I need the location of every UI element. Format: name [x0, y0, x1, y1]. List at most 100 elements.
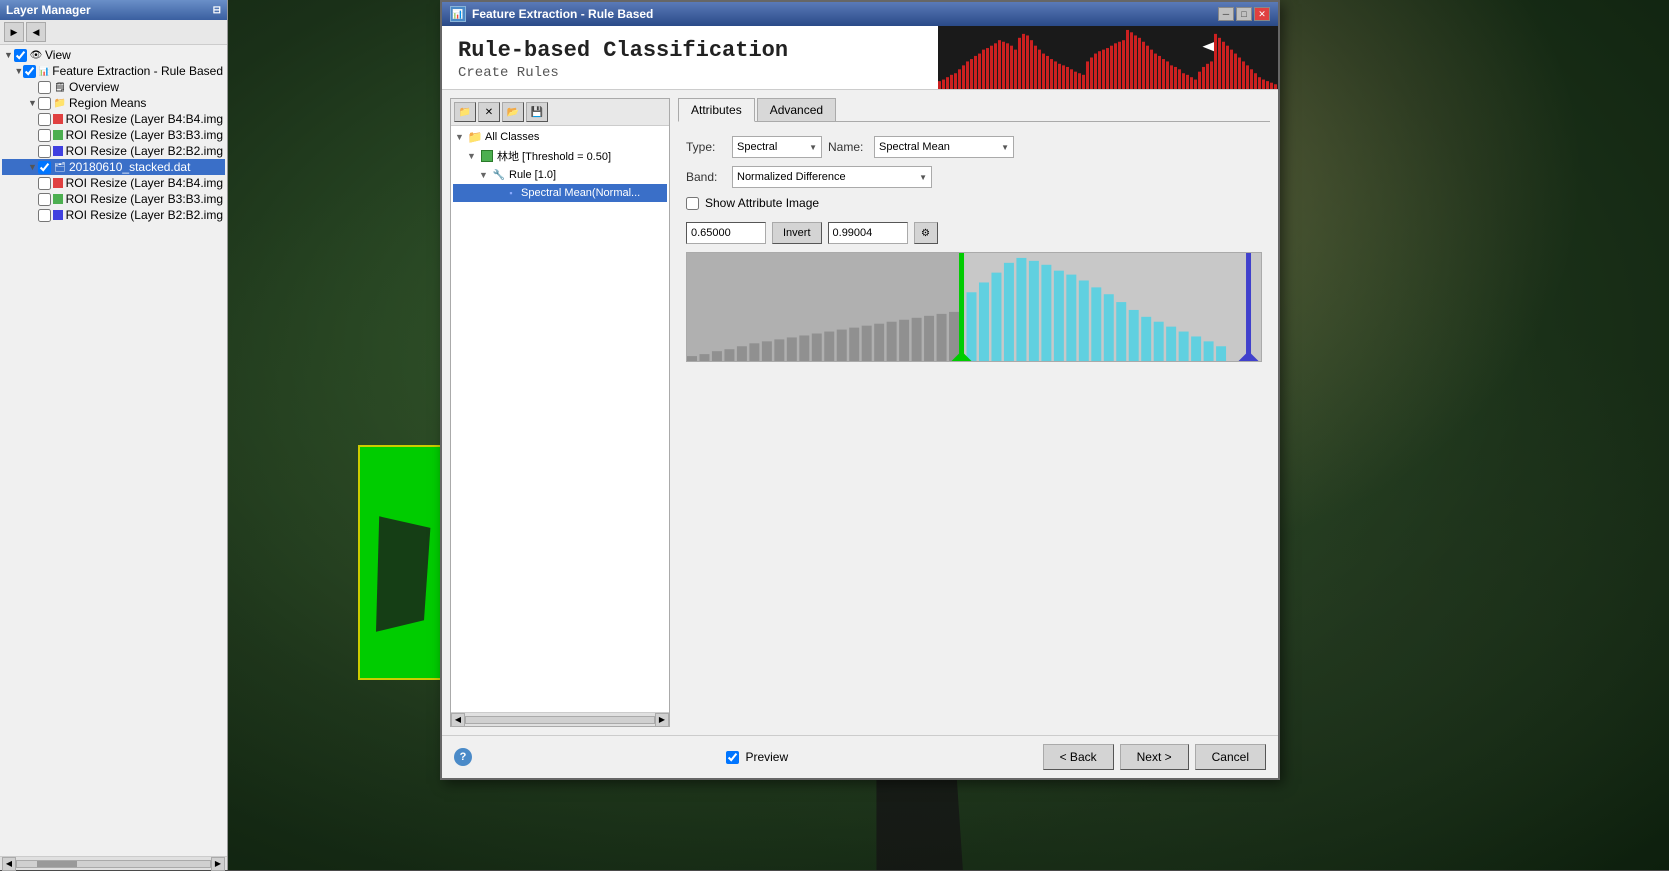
cancel-button[interactable]: Cancel [1195, 744, 1266, 770]
histogram-svg [687, 253, 1261, 361]
tree-check-roi4[interactable] [38, 177, 51, 190]
tree-icon-roi6 [53, 208, 63, 222]
max-value-input[interactable] [828, 222, 908, 244]
tree-check-roi5[interactable] [38, 193, 51, 206]
tree-item-region-means[interactable]: ▼ 📁 Region Means [2, 95, 225, 111]
type-select-value: Spectral [737, 141, 777, 153]
rules-toolbar: 📁 ✕ 📂 💾 [451, 99, 669, 126]
lm-scroll-left[interactable]: ◀ [2, 857, 16, 871]
dialog-close-button[interactable]: ✕ [1254, 7, 1270, 21]
tree-arrow-view: ▼ [4, 50, 14, 60]
lm-toolbar-btn2[interactable]: ◀ [26, 22, 46, 42]
name-select[interactable]: Spectral Mean ▼ [874, 136, 1014, 158]
value-inputs-row: Invert ⚙ [686, 222, 1262, 244]
rules-tree-rule1[interactable]: ▼ 🔧 Rule [1.0] [453, 166, 667, 184]
histogram-settings-button[interactable]: ⚙ [914, 222, 938, 244]
tree-check-rm[interactable] [38, 97, 51, 110]
tree-check-ov[interactable] [38, 81, 51, 94]
rules-scroll-right[interactable]: ▶ [655, 713, 669, 727]
dialog-restore-button[interactable]: □ [1236, 7, 1252, 21]
type-select-arrow-icon: ▼ [809, 143, 817, 152]
dialog-content: 📁 ✕ 📂 💾 ▼ 📁 All Classes ▼ 林地 [Threshold … [442, 90, 1278, 735]
tree-check-fe[interactable] [23, 65, 36, 78]
dialog-title-buttons: ─ □ ✕ [1218, 7, 1270, 21]
tree-icon-stacked: 🗂 [53, 160, 67, 174]
rules-arrow-all: ▼ [455, 132, 467, 142]
class-dark-area-2 [373, 516, 437, 632]
rules-arrow-lindi: ▼ [467, 151, 479, 161]
tree-item-roi2[interactable]: ROI Resize (Layer B3:B3.img [2, 127, 225, 143]
rules-scroll-track [465, 716, 655, 724]
tree-item-feature-extraction[interactable]: ▼ 📊 Feature Extraction - Rule Based [2, 63, 225, 79]
tab-attributes[interactable]: Attributes [678, 98, 755, 122]
rules-label-all-classes: All Classes [485, 131, 539, 143]
dialog-title-left: 📊 Feature Extraction - Rule Based [450, 6, 653, 22]
rules-btn-open-file[interactable]: 📂 [502, 102, 524, 122]
rules-tree-lindi[interactable]: ▼ 林地 [Threshold = 0.50] [453, 146, 667, 166]
rules-scroll-left[interactable]: ◀ [451, 713, 465, 727]
dialog-header: Rule-based Classification Create Rules [442, 26, 1278, 90]
tree-label-roi2: ROI Resize (Layer B3:B3.img [66, 128, 223, 142]
rules-btn-delete[interactable]: ✕ [478, 102, 500, 122]
rules-tree-all-classes[interactable]: ▼ 📁 All Classes [453, 128, 667, 146]
tree-check-roi3[interactable] [38, 145, 51, 158]
layer-manager-toolbar: ▶ ◀ [0, 20, 227, 45]
tree-label-fe: Feature Extraction - Rule Based [52, 64, 223, 78]
layer-manager-title-icons: ⊟ [213, 5, 221, 16]
tree-item-roi3[interactable]: ROI Resize (Layer B2:B2.img [2, 143, 225, 159]
tree-check-roi2[interactable] [38, 129, 51, 142]
rules-btn-open-folder[interactable]: 📁 [454, 102, 476, 122]
tree-label-roi3: ROI Resize (Layer B2:B2.img [66, 144, 223, 158]
band-select-arrow-icon: ▼ [919, 173, 927, 182]
rules-label-rule1: Rule [1.0] [509, 169, 556, 181]
preview-checkbox[interactable] [726, 751, 739, 764]
min-value-input[interactable] [686, 222, 766, 244]
rules-btn-save[interactable]: 💾 [526, 102, 548, 122]
tree-icon-roi5 [53, 192, 63, 206]
next-button[interactable]: Next > [1120, 744, 1189, 770]
rules-class-icon-lindi [479, 149, 495, 163]
tree-icon-roi1 [53, 112, 63, 126]
tree-icon-rm: 📁 [53, 96, 67, 110]
tree-icon-roi3 [53, 144, 63, 158]
lm-scroll-right[interactable]: ▶ [211, 857, 225, 871]
tree-check-stacked[interactable] [38, 161, 51, 174]
tree-item-roi5[interactable]: ROI Resize (Layer B3:B3.img [2, 191, 225, 207]
help-button[interactable]: ? [454, 748, 472, 766]
tab-advanced[interactable]: Advanced [757, 98, 836, 121]
preview-row: Preview [726, 750, 788, 764]
type-select[interactable]: Spectral ▼ [732, 136, 822, 158]
tree-item-roi6[interactable]: ROI Resize (Layer B2:B2.img [2, 207, 225, 223]
tree-check-roi1[interactable] [38, 113, 51, 126]
show-attribute-checkbox[interactable] [686, 197, 699, 210]
layer-manager-titlebar: Layer Manager ⊟ [0, 0, 227, 20]
layer-manager-pin-icon[interactable]: ⊟ [213, 5, 221, 16]
tree-arrow-stacked: ▼ [28, 162, 38, 172]
rules-spectral-icon: ▪ [503, 186, 519, 200]
tree-check-view[interactable] [14, 49, 27, 62]
tree-item-overview[interactable]: 🗒 Overview [2, 79, 225, 95]
type-name-row: Type: Spectral ▼ Name: Spectral Mean ▼ [686, 136, 1262, 158]
tree-label-stacked: 20180610_stacked.dat [69, 160, 190, 174]
tree-item-view[interactable]: ▼ 👁 View [2, 47, 225, 63]
attributes-panel: Attributes Advanced Type: Spectral ▼ Nam… [678, 98, 1270, 727]
type-label: Type: [686, 140, 726, 154]
band-select[interactable]: Normalized Difference ▼ [732, 166, 932, 188]
tree-label-rm: Region Means [69, 96, 146, 110]
tree-item-roi4[interactable]: ROI Resize (Layer B4:B4.img [2, 175, 225, 191]
tree-item-roi1[interactable]: ROI Resize (Layer B4:B4.img [2, 111, 225, 127]
back-button[interactable]: < Back [1043, 744, 1114, 770]
lm-scroll-track [16, 860, 211, 868]
lm-scroll-thumb[interactable] [37, 861, 77, 867]
rules-label-lindi: 林地 [Threshold = 0.50] [497, 148, 611, 164]
tree-check-roi6[interactable] [38, 209, 51, 222]
show-attribute-row: Show Attribute Image [686, 196, 1262, 214]
layer-manager-scrollbar: ◀ ▶ [0, 856, 227, 870]
dialog-titlebar: 📊 Feature Extraction - Rule Based ─ □ ✕ [442, 2, 1278, 26]
rules-tree-spectral-mean[interactable]: ▪ Spectral Mean(Normal... [453, 184, 667, 202]
lm-toolbar-btn1[interactable]: ▶ [4, 22, 24, 42]
tree-item-stacked[interactable]: ▼ 🗂 20180610_stacked.dat [2, 159, 225, 175]
invert-button[interactable]: Invert [772, 222, 822, 244]
layer-manager: Layer Manager ⊟ ▶ ◀ ▼ 👁 View ▼ 📊 Feature… [0, 0, 228, 870]
dialog-minimize-button[interactable]: ─ [1218, 7, 1234, 21]
